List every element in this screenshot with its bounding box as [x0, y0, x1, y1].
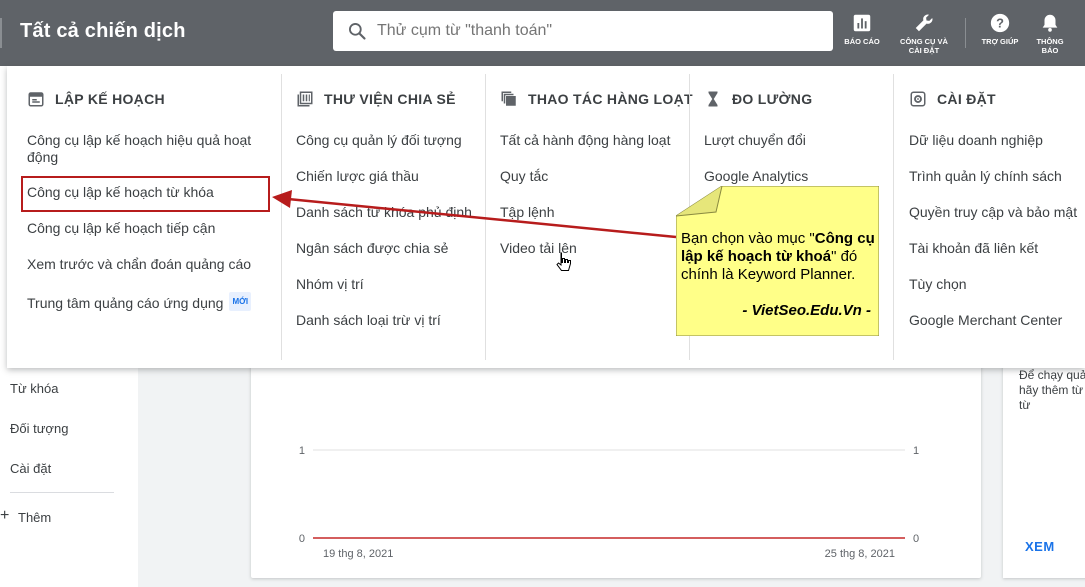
google-analytics-link[interactable]: Google Analytics	[704, 168, 894, 185]
negative-keyword-lists-link[interactable]: Danh sách từ khóa phủ định	[296, 204, 486, 221]
y-tick-left-1: 1	[299, 445, 305, 457]
side-card-text: Để chạy quảng cáo, hãy thêm từ khóa vào …	[1019, 368, 1085, 412]
bulk-actions-icon	[501, 91, 516, 106]
new-badge: MỚI	[229, 292, 252, 311]
search-box[interactable]	[333, 11, 833, 51]
access-security-link[interactable]: Quyền truy cập và bảo mật	[909, 204, 1085, 221]
linked-accounts-link[interactable]: Tài khoản đã liên kết	[909, 240, 1085, 257]
reports-label: BÁO CÁO	[844, 37, 880, 46]
nav-divider	[10, 492, 114, 493]
measurement-heading: ĐO LƯỜNG	[704, 90, 812, 108]
nav-item-keywords[interactable]: Từ khóa	[10, 381, 58, 396]
placement-exclusion-lists-link[interactable]: Danh sách loại trừ vị trí	[296, 312, 486, 329]
plus-icon: +	[0, 507, 10, 524]
bell-icon	[1042, 14, 1058, 32]
keyword-planner-highlight	[21, 176, 270, 212]
x-label-end: 25 thg 8, 2021	[825, 548, 895, 560]
menu-column-bulk-actions: THAO TÁC HÀNG LOẠT Tất cả hành động hàng…	[480, 66, 693, 368]
settings-icon	[910, 91, 926, 107]
library-icon	[297, 91, 313, 107]
policy-manager-link[interactable]: Trình quản lý chính sách	[909, 168, 1085, 185]
y-tick-right-0: 0	[913, 533, 919, 545]
google-merchant-center-link[interactable]: Google Merchant Center	[909, 312, 1085, 329]
help-label: TRỢ GIÚP	[981, 37, 1019, 46]
x-label-start: 19 thg 8, 2021	[323, 548, 393, 560]
top-header: Tất cả chiến dịch BÁO CÁO CÔNG CỤ VÀ CÀI…	[0, 0, 1085, 66]
performance-chart-card: 1 0 1 0 19 thg 8, 2021 25 thg 8, 2021	[251, 340, 981, 578]
search-icon	[349, 23, 366, 40]
tools-settings-button[interactable]: CÔNG CỤ VÀ CÀI ĐẶT	[896, 12, 952, 55]
app-advertising-hub-label: Trung tâm quảng cáo ứng dụng	[27, 295, 224, 311]
video-uploads-link[interactable]: Video tải lên	[500, 240, 690, 257]
shared-library-heading: THƯ VIỆN CHIA SẺ	[296, 90, 456, 108]
settings-heading: CÀI ĐẶT	[909, 90, 996, 108]
mouse-cursor-icon	[556, 252, 571, 271]
reach-planner-link[interactable]: Công cụ lập kế hoạch tiếp cận	[27, 220, 265, 237]
help-button[interactable]: ? TRỢ GIÚP	[972, 12, 1028, 46]
menu-column-settings: CÀI ĐẶT Dữ liệu doanh nghiệp Trình quản …	[889, 66, 1085, 368]
shared-budgets-link[interactable]: Ngân sách được chia sẻ	[296, 240, 486, 257]
search-input[interactable]	[377, 11, 817, 51]
annotation-lead: Bạn chọn vào mục "	[681, 230, 815, 247]
planning-heading: LẬP KẾ HOẠCH	[27, 90, 165, 108]
business-data-link[interactable]: Dữ liệu doanh nghiệp	[909, 132, 1085, 149]
keyword-suggestion-card: Để chạy quảng cáo, hãy thêm từ khóa vào …	[1003, 340, 1085, 578]
conversions-link[interactable]: Lượt chuyển đổi	[704, 132, 894, 149]
help-icon: ?	[990, 13, 1010, 33]
menu-column-shared-library: THƯ VIỆN CHIA SẺ Công cụ quản lý đối tượ…	[276, 66, 486, 368]
tools-settings-menu: LẬP KẾ HOẠCH Công cụ lập kế hoạch hiệu q…	[7, 66, 1085, 368]
planning-heading-label: LẬP KẾ HOẠCH	[55, 91, 165, 107]
menu-column-planning: LẬP KẾ HOẠCH Công cụ lập kế hoạch hiệu q…	[7, 66, 281, 368]
hourglass-icon	[708, 91, 718, 107]
scripts-link[interactable]: Tập lệnh	[500, 204, 690, 221]
measurement-heading-label: ĐO LƯỜNG	[732, 91, 813, 107]
location-groups-link[interactable]: Nhóm vị trí	[296, 276, 486, 293]
settings-heading-label: CÀI ĐẶT	[937, 91, 996, 107]
ad-preview-link[interactable]: Xem trước và chẩn đoán quảng cáo	[27, 256, 265, 273]
svg-text:?: ?	[996, 16, 1004, 31]
shared-library-heading-label: THƯ VIỆN CHIA SẺ	[324, 91, 456, 107]
performance-planner-link[interactable]: Công cụ lập kế hoạch hiệu quả hoạt động	[27, 132, 265, 166]
y-tick-right-1: 1	[913, 445, 919, 457]
app-advertising-hub-link[interactable]: Trung tâm quảng cáo ứng dụng MỚI	[27, 292, 265, 312]
preferences-link[interactable]: Tùy chọn	[909, 276, 1085, 293]
all-bulk-actions-link[interactable]: Tất cả hành động hàng loạt	[500, 132, 690, 149]
nav-item-more[interactable]: Thêm	[18, 510, 51, 525]
header-divider	[0, 18, 2, 48]
audience-manager-link[interactable]: Công cụ quản lý đối tượng	[296, 132, 486, 149]
annotation-text: Bạn chọn vào mục "Công cụ lập kế hoạch t…	[681, 230, 875, 284]
bulk-actions-heading-label: THAO TÁC HÀNG LOẠT	[528, 91, 693, 107]
tools-settings-label: CÔNG CỤ VÀ CÀI ĐẶT	[900, 37, 948, 55]
bar-chart-icon	[853, 14, 871, 32]
bid-strategies-link[interactable]: Chiến lược giá thầu	[296, 168, 486, 185]
wrench-icon	[915, 14, 933, 32]
nav-item-settings[interactable]: Cài đặt	[10, 461, 51, 476]
nav-item-audiences[interactable]: Đối tượng	[10, 421, 68, 436]
reports-button[interactable]: BÁO CÁO	[834, 12, 890, 46]
annotation-signature: - VietSeo.Edu.Vn -	[742, 302, 871, 319]
calendar-icon	[28, 92, 44, 107]
bulk-actions-heading: THAO TÁC HÀNG LOẠT	[500, 90, 693, 108]
performance-chart: 1 0 1 0 19 thg 8, 2021 25 thg 8, 2021	[299, 445, 919, 560]
tools-divider	[965, 18, 966, 48]
page-title: Tất cả chiến dịch	[20, 20, 186, 42]
notifications-label: THÔNG BÁO	[1036, 37, 1064, 55]
view-link[interactable]: XEM	[1025, 539, 1055, 554]
notifications-button[interactable]: THÔNG BÁO	[1022, 12, 1078, 55]
y-tick-left-0: 0	[299, 533, 305, 545]
rules-link[interactable]: Quy tắc	[500, 168, 690, 185]
